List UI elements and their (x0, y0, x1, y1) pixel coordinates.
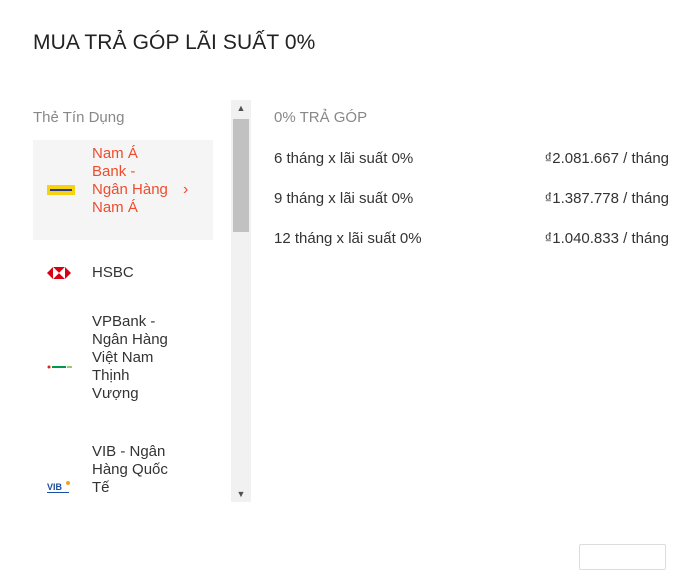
plan-term: 6 tháng x lãi suất 0% (274, 150, 414, 167)
plan-term: 9 tháng x lãi suất 0% (274, 190, 414, 207)
vpbank-logo (47, 365, 72, 369)
scrollbar-thumb[interactable] (233, 119, 249, 232)
bank-item-label: Nam Á Bank - Ngân Hàng Nam Á (92, 145, 168, 216)
chevron-right-icon: › (183, 181, 189, 198)
plan-amount: ₫1.387.778 / tháng (544, 190, 669, 207)
plan-row[interactable]: 6 tháng x lãi suất 0% ₫2.081.667 / tháng (274, 150, 669, 170)
plan-amount: ₫1.040.833 / tháng (544, 230, 669, 247)
bank-list-scrollbar[interactable]: ▲ ▼ (231, 100, 251, 502)
bank-item-vib[interactable]: VIB VIB - Ngân Hàng Quốc Tế (33, 442, 213, 502)
modal-title: MUA TRẢ GÓP LÃI SUẤT 0% (33, 31, 316, 54)
svg-text:VIB: VIB (47, 482, 63, 492)
nam-a-bank-logo (47, 185, 75, 195)
scroll-down-arrow-icon[interactable]: ▼ (231, 486, 251, 502)
bank-list: Thẻ Tín Dụng Nam Á Bank - Ngân Hàng Nam … (33, 100, 230, 502)
footer-button[interactable] (579, 544, 666, 570)
bank-item-label: VIB - Ngân Hàng Quốc Tế (92, 443, 168, 496)
bank-item-vpbank[interactable]: VPBank - Ngân Hàng Việt Nam Thịnh Vượng (33, 310, 213, 424)
bank-item-nam-a[interactable]: Nam Á Bank - Ngân Hàng Nam Á › (33, 140, 213, 240)
bank-item-label: VPBank - Ngân Hàng Việt Nam Thịnh Vượng (92, 313, 168, 402)
bank-item-hsbc[interactable]: HSBC (33, 250, 213, 296)
plan-amount: ₫2.081.667 / tháng (544, 150, 669, 167)
plan-term: 12 tháng x lãi suất 0% (274, 230, 422, 247)
bank-sidebar: Thẻ Tín Dụng Nam Á Bank - Ngân Hàng Nam … (33, 100, 251, 502)
scroll-up-arrow-icon[interactable]: ▲ (231, 100, 251, 116)
plans-header: 0% TRẢ GÓP (274, 109, 368, 126)
plan-row[interactable]: 12 tháng x lãi suất 0% ₫1.040.833 / thán… (274, 230, 669, 250)
plan-row[interactable]: 9 tháng x lãi suất 0% ₫1.387.778 / tháng (274, 190, 669, 210)
bank-item-label: HSBC (92, 264, 134, 281)
hsbc-logo (47, 267, 71, 279)
vib-logo: VIB (47, 481, 70, 493)
credit-card-section-label: Thẻ Tín Dụng (33, 109, 125, 126)
